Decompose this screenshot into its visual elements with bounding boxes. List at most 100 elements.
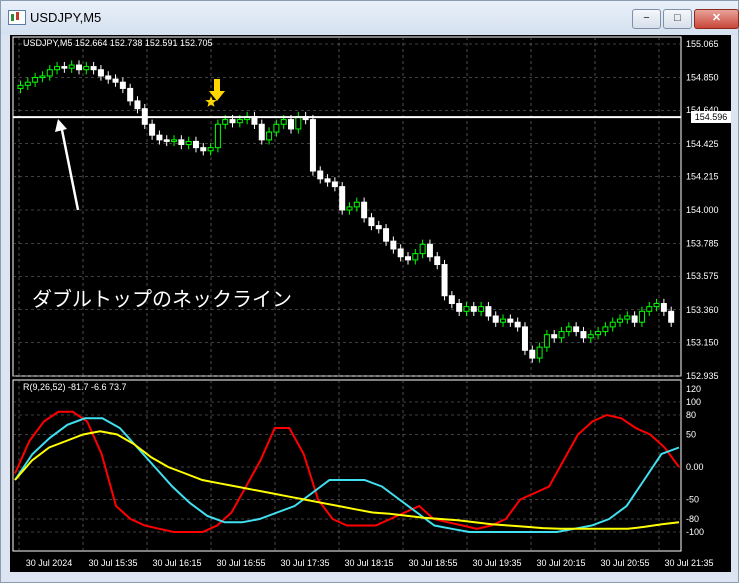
candle-body [617, 318, 624, 323]
candle-body [339, 186, 346, 211]
price-tick-label: 154.215 [686, 171, 719, 181]
candle-body [404, 256, 411, 261]
indicator-tick-label: 100 [686, 397, 701, 407]
chart-icon [8, 10, 26, 25]
candle-body [383, 228, 390, 242]
candle-body [149, 123, 156, 136]
candle-body [83, 66, 90, 71]
minimize-button[interactable]: − [632, 9, 661, 29]
time-tick-label: 30 Jul 21:35 [664, 558, 713, 568]
candle-body [419, 243, 426, 255]
candle-body [536, 346, 543, 359]
candle-body [580, 331, 587, 339]
candle-body [75, 64, 82, 71]
time-tick-label: 30 Jul 18:55 [408, 558, 457, 568]
time-tick-label: 30 Jul 18:15 [344, 558, 393, 568]
price-tick-label: 154.425 [686, 139, 719, 149]
candle-body [68, 64, 75, 69]
time-tick-label: 30 Jul 2024 [26, 558, 73, 568]
neckline-annotation: ダブルトップのネックライン [32, 287, 292, 311]
candle-body [236, 119, 243, 124]
candle-body [375, 225, 382, 230]
candle-body [609, 321, 616, 328]
candle-body [558, 331, 565, 339]
candle-body [448, 295, 455, 305]
candle-body [273, 123, 280, 133]
time-tick-label: 30 Jul 20:15 [536, 558, 585, 568]
candle-body [441, 264, 448, 297]
candle-body [653, 303, 660, 308]
window-title: USDJPY,M5 [30, 10, 102, 25]
candle-body [668, 310, 675, 323]
indicator-tick-label: 80 [686, 410, 696, 420]
candle-body [397, 248, 404, 258]
indicator-tick-label: 120 [686, 384, 701, 394]
chart-area[interactable]: 30 Jul 2024 30 Jul 15:35 30 Jul 16:15 30 Ju… [10, 35, 731, 572]
candle-body [412, 253, 419, 261]
candle-body [214, 123, 221, 149]
candle-body [521, 326, 528, 351]
candle-body [156, 134, 163, 141]
time-tick-label: 30 Jul 19:35 [472, 558, 521, 568]
candle-body [229, 119, 236, 124]
indicator-tick-label: 0.00 [686, 462, 704, 472]
indicator-info: R(9,26,52) -81.7 -6.6 73.7 [23, 382, 127, 392]
candle-body [529, 349, 536, 359]
candle-body [222, 119, 229, 125]
candle-body [324, 178, 331, 183]
candle-body [127, 87, 134, 102]
candle-body [317, 170, 324, 180]
candle-body [258, 123, 265, 141]
candle-body [456, 303, 463, 312]
candle-body [361, 201, 368, 219]
price-tick-label: 155.065 [686, 39, 719, 49]
time-tick-label: 30 Jul 16:15 [152, 558, 201, 568]
candle-body [178, 139, 185, 146]
candle-body [105, 75, 112, 80]
time-tick-label: 30 Jul 16:55 [216, 558, 265, 568]
candle-body [295, 115, 302, 130]
title-bar[interactable]: USDJPY,M5 − □ ✕ [1, 1, 739, 35]
price-tick-label: 153.785 [686, 239, 719, 249]
candle-body [280, 119, 287, 125]
candle-body [368, 217, 375, 227]
pointer-arrow-shaft [60, 129, 80, 211]
candle-body [192, 140, 199, 149]
candle-body [309, 119, 316, 172]
candle-body [485, 306, 492, 317]
indicator-tick-label: 50 [686, 430, 696, 440]
candle-body [90, 66, 97, 71]
candle-body [638, 310, 645, 323]
candle-body [543, 334, 550, 348]
candle-body [426, 243, 433, 258]
candle-body [573, 326, 580, 333]
candle-body [331, 181, 338, 188]
candle-body [478, 306, 485, 312]
price-tick-label: 154.850 [686, 73, 719, 83]
candle-body [119, 81, 126, 89]
close-button[interactable]: ✕ [694, 9, 739, 29]
candle-body [390, 240, 397, 250]
candle-body [97, 69, 104, 77]
candle-body [500, 318, 507, 323]
price-tick-label: 152.935 [686, 371, 719, 381]
candle-body [112, 78, 119, 83]
candle-body [171, 139, 178, 142]
candle-body [200, 147, 207, 152]
candle-body [46, 69, 53, 77]
candle-body [507, 318, 514, 323]
candle-body [54, 66, 61, 71]
candle-body [266, 131, 273, 141]
candle-body [207, 147, 214, 152]
candle-body [514, 321, 521, 328]
candle-body [346, 206, 353, 211]
chart-window: USDJPY,M5 − □ ✕ 30 Jul 2024 30 Jul 15:35 3… [0, 0, 739, 583]
candle-body [39, 75, 46, 79]
candle-body [492, 315, 499, 323]
indicator-tick-label: -100 [686, 527, 704, 537]
price-tick-label: 153.575 [686, 271, 719, 281]
candle-body [134, 100, 141, 110]
indicator-line-red [14, 410, 680, 533]
candle-body [185, 140, 192, 146]
maximize-button[interactable]: □ [663, 9, 692, 29]
